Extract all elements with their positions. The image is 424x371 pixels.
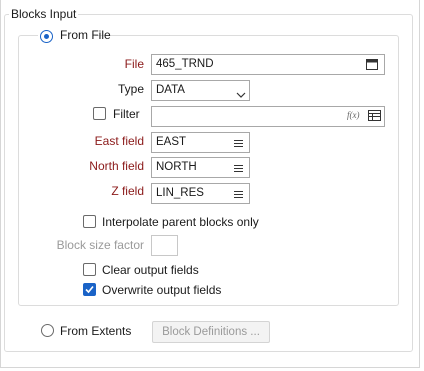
from-extents-label: From Extents <box>60 324 132 338</box>
from-file-radio[interactable] <box>40 30 53 43</box>
overwrite-output-checkbox[interactable] <box>83 283 96 296</box>
from-extents-radio[interactable] <box>41 324 54 337</box>
east-field-label: East field <box>94 134 144 148</box>
type-value: DATA <box>156 84 185 96</box>
east-field-value: EAST <box>156 136 187 148</box>
block-size-input[interactable] <box>151 235 178 256</box>
checkmark-icon <box>85 285 94 294</box>
list-icon[interactable] <box>234 162 243 176</box>
filter-label: Filter <box>113 107 140 121</box>
north-field-value: NORTH <box>156 161 197 173</box>
interpolate-checkbox[interactable] <box>83 215 96 228</box>
z-field-value: LIN_RES <box>156 187 204 199</box>
type-label: Type <box>117 82 144 96</box>
file-value: 465_TRND <box>156 58 214 70</box>
clear-output-label: Clear output fields <box>102 263 199 277</box>
interpolate-label: Interpolate parent blocks only <box>102 215 259 229</box>
list-icon[interactable] <box>234 188 243 202</box>
from-file-radio-row[interactable]: From File <box>38 28 111 44</box>
from-file-label: From File <box>60 28 111 42</box>
clear-output-checkbox[interactable] <box>83 263 96 276</box>
block-definitions-button[interactable]: Block Definitions ... <box>152 321 270 343</box>
file-browse-icon[interactable] <box>366 59 378 73</box>
list-icon[interactable] <box>234 137 243 151</box>
blocks-input-title: Blocks Input <box>9 7 79 21</box>
table-icon[interactable] <box>368 110 381 124</box>
north-field-label: North field <box>89 159 144 173</box>
file-input[interactable]: 465_TRND <box>151 54 385 75</box>
filter-checkbox[interactable] <box>93 107 106 120</box>
overwrite-output-label: Overwrite output fields <box>102 283 222 297</box>
block-size-label: Block size factor <box>56 238 144 252</box>
z-field-label: Z field <box>111 184 144 198</box>
chevron-down-icon[interactable] <box>236 87 246 101</box>
file-label: File <box>124 57 144 71</box>
function-icon[interactable]: f(x) <box>347 110 360 120</box>
